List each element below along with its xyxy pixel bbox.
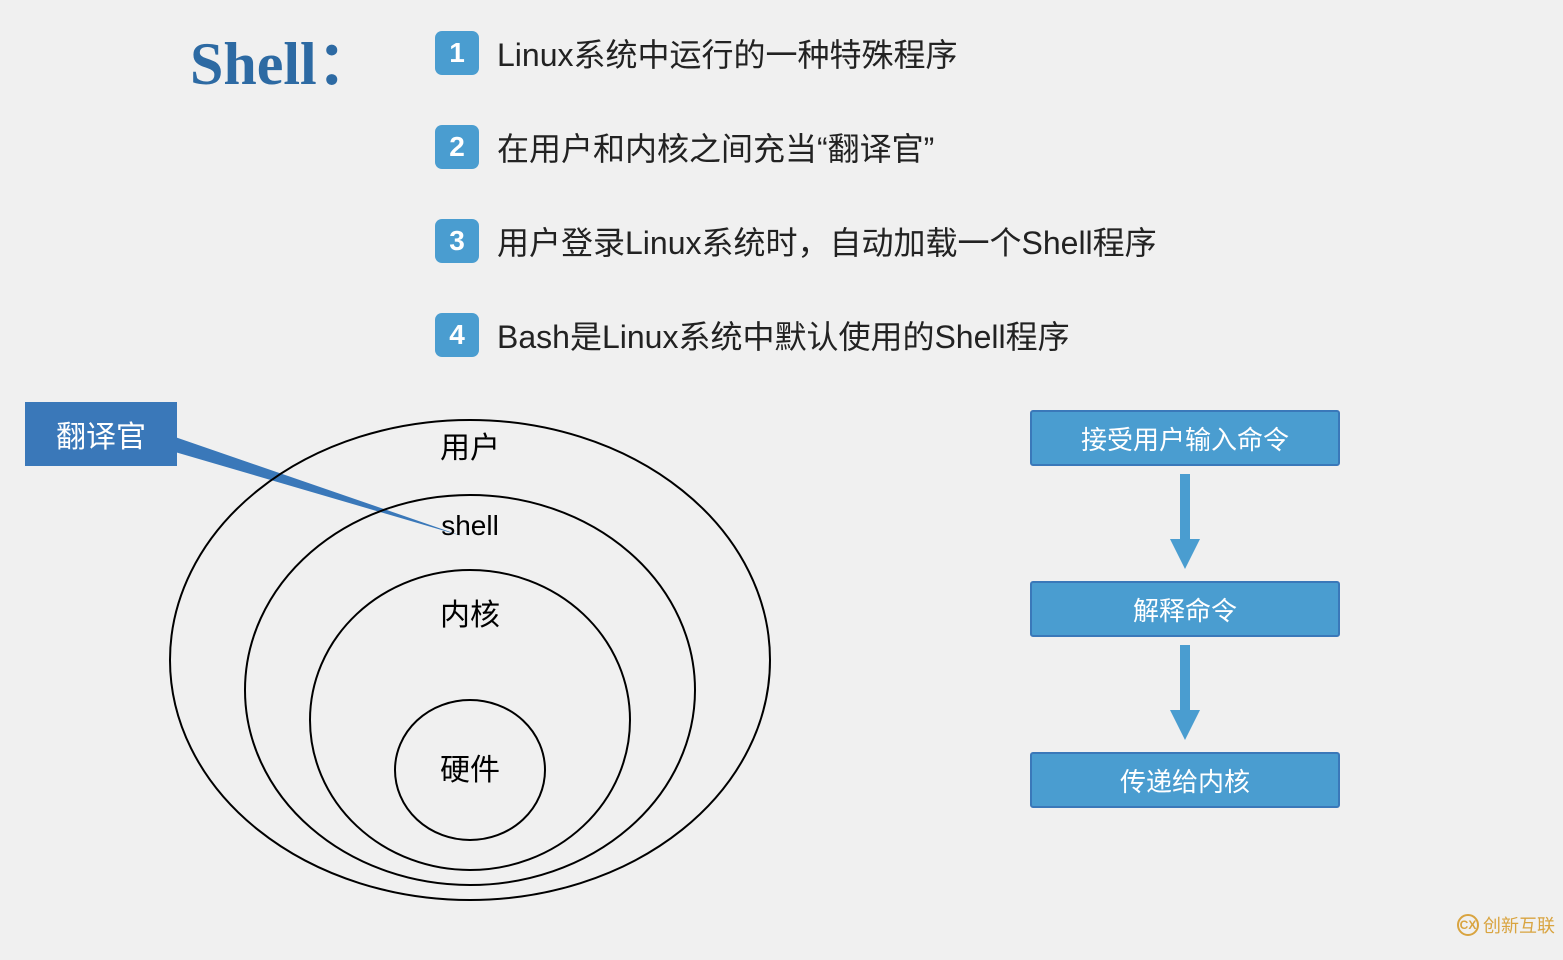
bullet-number-3: 3 <box>435 219 479 263</box>
layer-hardware-label: 硬件 <box>440 754 500 787</box>
bullet-number-1: 1 <box>435 31 479 75</box>
watermark-logo-icon: CX <box>1457 914 1479 936</box>
layer-user-ellipse <box>170 420 770 900</box>
watermark-text: 创新互联 <box>1483 912 1555 938</box>
bullet-text-4: Bash是Linux系统中默认使用的Shell程序 <box>497 312 1070 358</box>
flow-step-3: 传递给内核 <box>1030 752 1340 808</box>
bullet-number-4: 4 <box>435 313 479 357</box>
arrow-down-icon <box>1165 640 1205 750</box>
flow-arrow-2 <box>1030 637 1340 752</box>
arrow-down-icon <box>1165 469 1205 579</box>
bullet-text-3: 用户登录Linux系统时，自动加载一个Shell程序 <box>497 218 1157 264</box>
watermark: CX 创新互联 <box>1457 912 1555 938</box>
bullet-item-3: 3 用户登录Linux系统时，自动加载一个Shell程序 <box>435 218 1157 264</box>
bullet-text-1: Linux系统中运行的一种特殊程序 <box>497 30 958 76</box>
bullet-list: 1 Linux系统中运行的一种特殊程序 2 在用户和内核之间充当“翻译官” 3 … <box>435 30 1157 406</box>
flow-arrow-1 <box>1030 466 1340 581</box>
bullet-number-2: 2 <box>435 125 479 169</box>
flow-step-1: 接受用户输入命令 <box>1030 410 1340 466</box>
bullet-text-2: 在用户和内核之间充当“翻译官” <box>497 124 934 170</box>
layer-shell-label: shell <box>441 510 499 541</box>
flow-diagram: 接受用户输入命令 解释命令 传递给内核 <box>1030 410 1340 808</box>
concentric-diagram: 用户 shell 内核 硬件 <box>150 400 800 960</box>
flow-step-2: 解释命令 <box>1030 581 1340 637</box>
bullet-item-2: 2 在用户和内核之间充当“翻译官” <box>435 124 1157 170</box>
slide-title: Shell： <box>190 15 377 102</box>
layer-kernel-label: 内核 <box>440 599 500 632</box>
bullet-item-4: 4 Bash是Linux系统中默认使用的Shell程序 <box>435 312 1157 358</box>
layer-user-label: 用户 <box>440 432 500 465</box>
bullet-item-1: 1 Linux系统中运行的一种特殊程序 <box>435 30 1157 76</box>
